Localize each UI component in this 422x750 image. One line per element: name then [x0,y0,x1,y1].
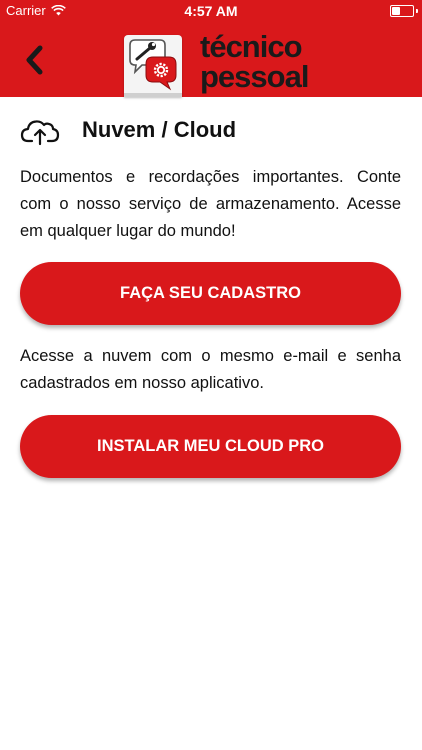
battery-icon [390,5,418,17]
access-info-text: Acesse a nuvem com o mesmo e-mail e senh… [20,347,401,392]
chat-tools-logo-icon [124,39,182,97]
battery-tip [416,9,418,13]
logo-line-1: técnico [200,29,303,64]
status-bar: Carrier 4:57 AM [0,0,422,22]
back-button[interactable] [20,42,50,78]
signup-button[interactable]: FAÇA SEU CADASTRO [20,262,401,325]
app-logo [124,35,182,97]
chevron-left-icon [26,45,43,75]
logo-line-2: pessoal [200,59,309,94]
install-cloud-button[interactable]: INSTALAR MEU CLOUD PRO [20,415,401,478]
battery-fill [392,7,400,15]
logo-wordmark: técnico pessoal [200,29,309,94]
page-title: Nuvem / Cloud [82,117,237,142]
app-header: técnico pessoal [0,22,422,97]
status-time: 4:57 AM [184,3,238,19]
cloud-upload-icon [20,120,60,146]
description-text: Documentos e recordações importantes. Co… [20,168,401,240]
